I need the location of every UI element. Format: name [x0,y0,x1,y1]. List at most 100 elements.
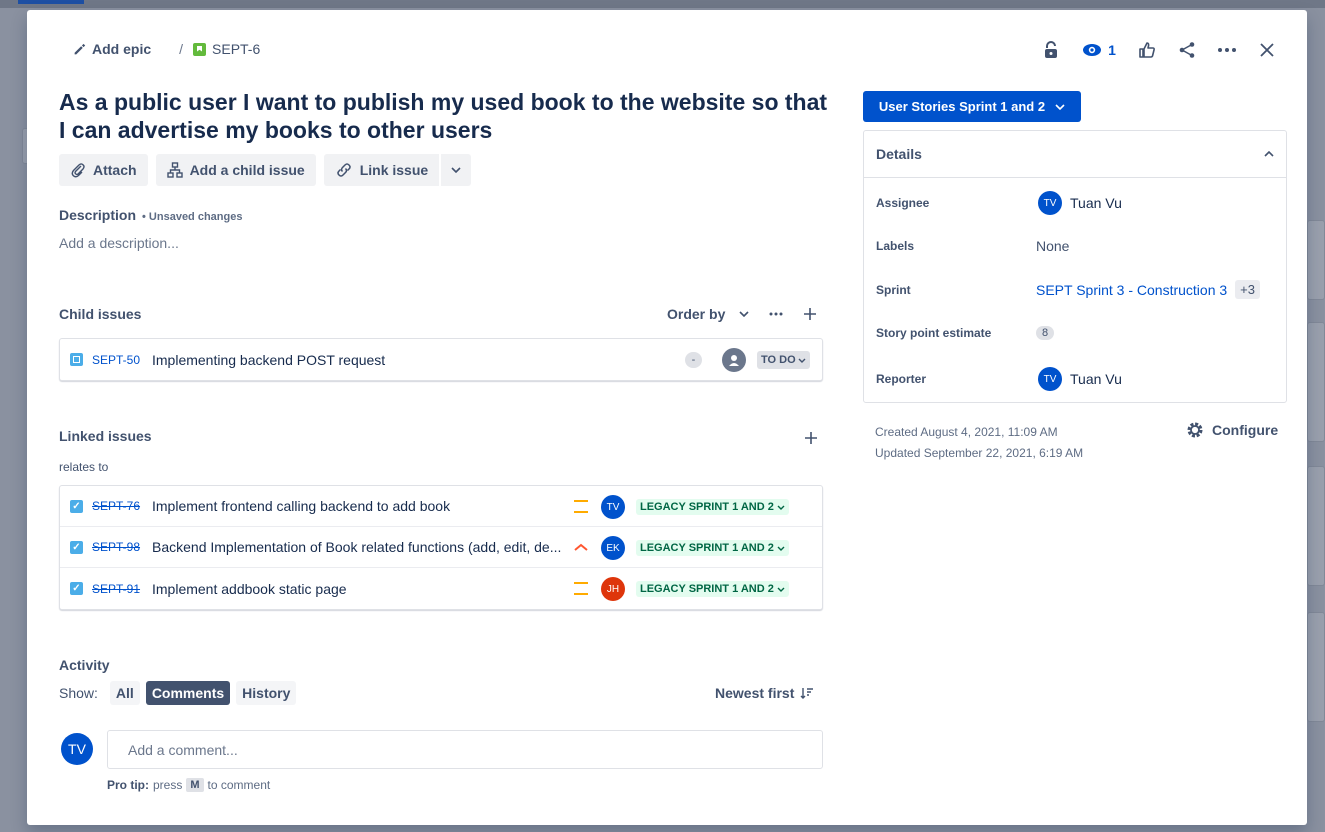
linked-issue-key[interactable]: SEPT-91 [92,582,152,596]
assignee-field[interactable]: TV Tuan Vu [1036,191,1122,215]
assignee-name: Tuan Vu [1070,195,1122,211]
sprint-status-dropdown[interactable]: LEGACY SPRINT 1 AND 2 [636,540,789,556]
estimate-badge: - [685,352,702,368]
issue-detail-modal: Add epic / SEPT-6 1 As a public user I w… [27,10,1307,825]
link-issue-split-button: Link issue [323,154,472,186]
reporter-field[interactable]: TV Tuan Vu [1036,367,1122,391]
configure-label: Configure [1212,422,1279,438]
sort-icon [800,688,814,699]
issue-key-link[interactable]: SEPT-6 [193,41,260,57]
sprint-link[interactable]: SEPT Sprint 3 - Construction 3 [1036,282,1227,298]
comment-input[interactable]: Add a comment... [107,730,823,769]
unlock-icon [1045,41,1057,58]
top-actions: 1 [1031,37,1287,63]
sprint-row: Sprint SEPT Sprint 3 - Construction 3 +3 [876,280,1260,299]
add-child-issue-button[interactable]: Add a child issue [155,154,316,186]
person-icon [729,355,739,366]
chevron-down-icon [777,546,785,551]
child-issue-key[interactable]: SEPT-50 [92,353,152,367]
description-label: Description [59,207,137,223]
status-dropdown[interactable]: TO DO [757,351,810,369]
more-sprints-badge[interactable]: +3 [1235,280,1260,299]
more-actions-button[interactable] [1207,37,1247,63]
linked-issue-summary[interactable]: Implement addbook static page [152,581,562,597]
linked-issue-key[interactable]: SEPT-98 [92,540,152,554]
active-tab-indicator [18,0,84,4]
add-link-icon[interactable] [804,431,818,445]
activity-filter: Show: All Comments History [59,681,297,705]
add-epic-link[interactable]: Add epic [73,41,151,57]
status-dropdown-button[interactable]: User Stories Sprint 1 and 2 [863,91,1081,122]
priority-medium-icon [573,580,589,596]
linked-issue-row[interactable]: ✓ SEPT-91 Implement addbook static page … [60,568,822,609]
status-button-label: User Stories Sprint 1 and 2 [878,99,1046,114]
attach-button[interactable]: Attach [59,154,148,186]
sort-order-label: Newest first [715,685,795,701]
restrictions-button[interactable] [1031,37,1071,63]
vote-button[interactable] [1127,37,1167,63]
activity-heading: Activity [59,657,110,673]
order-by-dropdown[interactable]: Order by [667,306,749,322]
subtask-icon [70,353,83,366]
assignee-avatar[interactable]: JH [601,577,625,601]
sprint-field[interactable]: SEPT Sprint 3 - Construction 3 +3 [1036,280,1260,299]
link-icon [336,163,351,177]
filter-all-button[interactable]: All [109,681,140,705]
linked-issue-key[interactable]: SEPT-76 [92,499,152,513]
sprint-status-dropdown[interactable]: LEGACY SPRINT 1 AND 2 [636,499,789,515]
pencil-icon [74,43,86,54]
chevron-down-icon [777,505,785,510]
assignee-avatar[interactable]: TV [601,495,625,519]
story-icon [193,42,207,56]
keyboard-shortcut-key: M [186,778,204,792]
sprint-status-label: LEGACY SPRINT 1 AND 2 [640,542,774,554]
sort-order-button[interactable]: Newest first [715,685,814,701]
more-icon[interactable] [769,312,783,316]
order-by-label: Order by [667,306,726,322]
story-points-label: Story point estimate [876,326,992,340]
chevron-down-icon [777,587,785,592]
background-card [1307,612,1325,722]
linked-issues-heading: Linked issues [59,428,152,444]
close-button[interactable] [1247,37,1287,63]
details-header[interactable]: Details [864,131,1286,178]
linked-issue-summary[interactable]: Backend Implementation of Book related f… [152,539,562,555]
linked-issue-row[interactable]: ✓ SEPT-76 Implement frontend calling bac… [60,486,822,527]
chevron-down-icon [1055,103,1065,110]
pro-tip-press: press [153,778,183,792]
pro-tip-label: Pro tip: [107,778,149,792]
filter-history-button[interactable]: History [236,681,297,705]
add-icon[interactable] [803,307,817,321]
breadcrumb: Add epic / SEPT-6 [73,41,260,57]
unassigned-avatar[interactable] [722,348,746,372]
status-label: TO DO [761,354,796,366]
child-issue-summary[interactable]: Implementing backend POST request [152,352,562,368]
link-issue-label: Link issue [359,162,429,178]
linked-issue-summary[interactable]: Implement frontend calling backend to ad… [152,498,562,514]
assignee-avatar[interactable]: EK [601,536,625,560]
description-heading: Description • Unsaved changes [59,207,242,223]
reporter-name: Tuan Vu [1070,371,1122,387]
close-icon [1260,43,1274,57]
background-card [1307,220,1325,300]
watch-button[interactable]: 1 [1071,37,1127,63]
description-field[interactable]: Add a description... [59,235,179,251]
story-points-field[interactable]: 8 [1036,326,1055,340]
linked-issue-row[interactable]: ✓ SEPT-98 Backend Implementation of Book… [60,527,822,568]
assignee-avatar: TV [1038,191,1062,215]
assignee-row: Assignee TV Tuan Vu [876,191,1122,215]
issue-title[interactable]: As a public user I want to publish my us… [59,88,829,144]
sprint-status-dropdown[interactable]: LEGACY SPRINT 1 AND 2 [636,581,789,597]
configure-button[interactable]: Configure [1186,421,1278,439]
priority-medium-icon [573,498,589,514]
labels-field[interactable]: None [1036,238,1069,254]
sprint-status-label: LEGACY SPRINT 1 AND 2 [640,501,774,513]
more-actions-dropdown[interactable] [441,154,472,186]
child-issue-row[interactable]: SEPT-50 Implementing backend POST reques… [60,339,822,380]
filter-comments-button[interactable]: Comments [145,681,231,705]
link-issue-button[interactable]: Link issue [323,154,440,186]
share-button[interactable] [1167,37,1207,63]
eye-icon [1083,44,1102,56]
add-child-label: Add a child issue [189,162,305,178]
chevron-down-icon [451,167,461,173]
